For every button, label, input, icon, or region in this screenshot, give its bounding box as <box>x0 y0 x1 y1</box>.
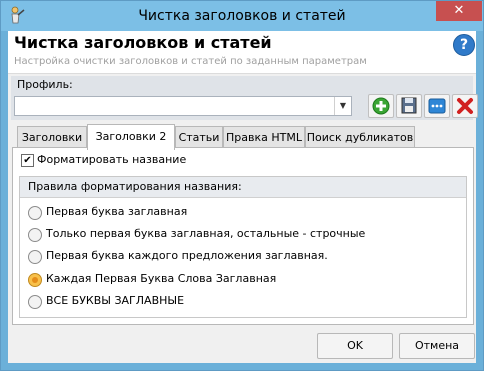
dialog-client: Чистка заголовков и статей Настройка очи… <box>8 31 478 363</box>
format-rules-title: Правила форматирования названия: <box>28 180 242 193</box>
format-rules-group: Правила форматирования названия: Первая … <box>19 176 467 318</box>
format-title-label: Форматировать название <box>37 153 187 166</box>
page-title: Чистка заголовков и статей <box>14 33 272 52</box>
radio-option-sentence-case[interactable] <box>28 250 42 264</box>
radio-label: Только первая буква заглавная, остальные… <box>46 227 366 240</box>
tab-headers-1[interactable]: Заголовки 1 <box>17 126 87 165</box>
tab-articles[interactable]: Статьи <box>175 126 223 148</box>
ok-button[interactable]: OK <box>317 333 393 359</box>
profile-label: Профиль: <box>17 78 73 91</box>
dialog-header: Чистка заголовков и статей Настройка очи… <box>8 31 476 74</box>
radio-option-upper-case[interactable] <box>28 295 42 309</box>
profile-panel: Профиль: ▼ <box>11 76 478 120</box>
save-icon <box>401 97 417 114</box>
radio-option-only-first-letter[interactable] <box>28 228 42 242</box>
ellipsis-icon <box>428 98 446 114</box>
tab-duplicate-search[interactable]: Поиск дубликатов <box>305 126 415 148</box>
tab-html-edit[interactable]: Правка HTML <box>223 126 305 148</box>
radio-option-first-letter[interactable] <box>28 206 42 220</box>
delete-profile-button[interactable] <box>452 94 478 118</box>
radio-label: Первая буква каждого предложения заглавн… <box>46 249 328 262</box>
cancel-button[interactable]: Отмена <box>399 333 475 359</box>
chevron-down-icon[interactable]: ▼ <box>334 97 351 115</box>
save-profile-button[interactable] <box>396 94 422 118</box>
plus-icon <box>372 97 390 115</box>
close-icon <box>457 98 473 114</box>
title-bar[interactable]: Чистка заголовков и статей ✕ <box>1 1 483 31</box>
radio-option-title-case[interactable] <box>28 273 42 287</box>
window-close-button[interactable]: ✕ <box>436 1 482 21</box>
page-subtitle: Настройка очистки заголовков и статей по… <box>14 56 367 67</box>
radio-label: ВСЕ БУКВЫ ЗАГЛАВНЫЕ <box>46 294 185 307</box>
more-options-button[interactable] <box>424 94 450 118</box>
format-title-checkbox[interactable]: ✔ <box>21 154 34 167</box>
dialog-window: Чистка заголовков и статей ✕ Чистка заго… <box>0 0 484 371</box>
format-rules-header: Правила форматирования названия: <box>20 177 466 198</box>
tab-headers-2[interactable]: Заголовки 2 <box>87 124 175 150</box>
window-title: Чистка заголовков и статей <box>138 8 346 24</box>
radio-label: Каждая Первая Буква Слова Заглавная <box>46 272 277 285</box>
profile-select[interactable]: ▼ <box>14 96 352 116</box>
tab-content: ✔ Форматировать название Правила формати… <box>12 147 474 325</box>
add-profile-button[interactable] <box>368 94 394 118</box>
help-icon[interactable]: ? <box>453 34 475 56</box>
radio-label: Первая буква заглавная <box>46 205 188 218</box>
